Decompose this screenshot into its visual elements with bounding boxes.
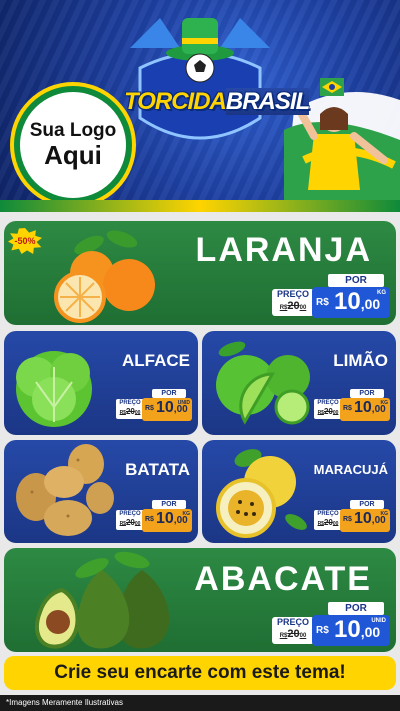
- currency-label: R$: [145, 516, 154, 523]
- unit-label: KG: [182, 511, 191, 517]
- cta-banner[interactable]: Crie seu encarte com este tema!: [4, 656, 396, 690]
- old-price-tag: PREÇO R$2000: [314, 510, 342, 530]
- currency-label: R$: [343, 405, 352, 412]
- current-price: 10,00: [334, 288, 381, 315]
- avocado-image: [34, 551, 170, 649]
- old-price-tag: PREÇO R$2000: [116, 399, 144, 419]
- old-price-tag: PREÇO R$2000: [272, 289, 314, 316]
- old-price-tag: PREÇO R$2000: [116, 510, 144, 530]
- current-price-box: R$ 10,00 KG: [312, 287, 390, 318]
- preco-label: PREÇO: [317, 400, 339, 406]
- badge-title: TORCIDABRASIL: [124, 88, 310, 116]
- unit-label: UNID: [177, 400, 190, 406]
- logo-line1: Sua Logo: [29, 120, 117, 142]
- preco-label: PREÇO: [119, 400, 141, 406]
- product-card-laranja[interactable]: LARANJA POR PREÇO R$2000 R$ 10,00 KG: [4, 221, 396, 325]
- unit-label: KG: [380, 400, 389, 406]
- por-label: POR: [152, 389, 186, 398]
- preco-label: PREÇO: [119, 511, 141, 517]
- current-price-box: R$ 10,00 KG: [340, 398, 390, 421]
- old-price: R$2000: [119, 407, 141, 416]
- footer-bar: *Imagens Meramente Ilustrativas: [0, 695, 400, 711]
- old-price: R$2000: [317, 407, 339, 416]
- logo-line2: Aqui: [44, 140, 102, 171]
- old-price-tag: PREÇO R$2000: [314, 399, 342, 419]
- badge-title-part2: BRASIL: [225, 88, 310, 115]
- preco-label: PREÇO: [317, 511, 339, 517]
- por-label: POR: [350, 500, 384, 509]
- torcida-badge-emblem: [130, 18, 270, 140]
- product-card-alface[interactable]: ALFACE POR PREÇO R$2000 R$ 10,00 UNID: [4, 331, 198, 435]
- old-price: R$2000: [119, 518, 141, 527]
- old-price: R$2000: [279, 300, 307, 312]
- por-label: POR: [350, 389, 384, 398]
- product-name-maracuja: MARACUJÁ: [313, 462, 388, 477]
- header-banner: TORCIDABRASIL Sua Logo Aqui: [0, 0, 400, 212]
- currency-label: R$: [316, 297, 329, 308]
- old-price-tag: PREÇO R$2000: [272, 617, 314, 644]
- badge-title-part1: TORCIDA: [124, 88, 227, 115]
- product-name-laranja: LARANJA: [195, 231, 372, 269]
- unit-label: KG: [380, 511, 389, 517]
- product-card-maracuja[interactable]: MARACUJÁ POR PREÇO R$2000 R$ 10,00 KG: [202, 440, 396, 543]
- product-card-abacate[interactable]: ABACATE POR PREÇO R$2000 R$ 10,00 UNID: [4, 548, 396, 652]
- price-block-alface: POR PREÇO R$2000 R$ 10,00 UNID: [116, 389, 192, 423]
- unit-label: KG: [377, 290, 386, 296]
- product-name-limao: LIMÃO: [333, 351, 388, 370]
- price-block-batata: POR PREÇO R$2000 R$ 10,00 KG: [116, 500, 192, 534]
- current-price-box: R$ 10,00 KG: [340, 509, 390, 532]
- price-block-limao: POR PREÇO R$2000 R$ 10,00 KG: [314, 389, 390, 423]
- product-name-batata: BATATA: [125, 460, 190, 479]
- product-card-batata[interactable]: BATATA POR PREÇO R$2000 R$ 10,00 KG: [4, 440, 198, 543]
- current-price-box: R$ 10,00 KG: [142, 509, 192, 532]
- orange-fruit-image: [54, 230, 155, 323]
- por-label: POR: [152, 500, 186, 509]
- price-block-laranja: POR PREÇO R$2000 R$ 10,00 KG: [272, 274, 390, 320]
- current-price-box: R$ 10,00 UNID: [312, 615, 390, 646]
- product-name-abacate: ABACATE: [194, 560, 372, 598]
- preco-label: PREÇO: [276, 289, 309, 299]
- old-price: R$2000: [279, 628, 307, 640]
- price-block-abacate: POR PREÇO R$2000 R$ 10,00 UNID: [272, 602, 390, 648]
- potato-image: [16, 444, 114, 536]
- passion-fruit-image: [216, 449, 307, 538]
- product-card-limao[interactable]: LIMÃO POR PREÇO R$2000 R$ 10,00 KG: [202, 331, 396, 435]
- preco-label: PREÇO: [276, 617, 309, 627]
- currency-label: R$: [316, 625, 329, 636]
- lettuce-image: [16, 351, 92, 427]
- current-price-box: R$ 10,00 UNID: [142, 398, 192, 421]
- old-price: R$2000: [317, 518, 339, 527]
- currency-label: R$: [145, 405, 154, 412]
- currency-label: R$: [343, 516, 352, 523]
- unit-label: UNID: [371, 618, 386, 624]
- header-bottom-band: [0, 200, 400, 212]
- product-name-alface: ALFACE: [122, 351, 190, 370]
- lime-image: [216, 341, 310, 425]
- por-label: POR: [328, 602, 384, 615]
- logo-placeholder[interactable]: Sua Logo Aqui: [14, 86, 132, 204]
- price-block-maracuja: POR PREÇO R$2000 R$ 10,00 KG: [314, 500, 390, 534]
- por-label: POR: [328, 274, 384, 287]
- footer-disclaimer: *Imagens Meramente Ilustrativas: [6, 698, 123, 707]
